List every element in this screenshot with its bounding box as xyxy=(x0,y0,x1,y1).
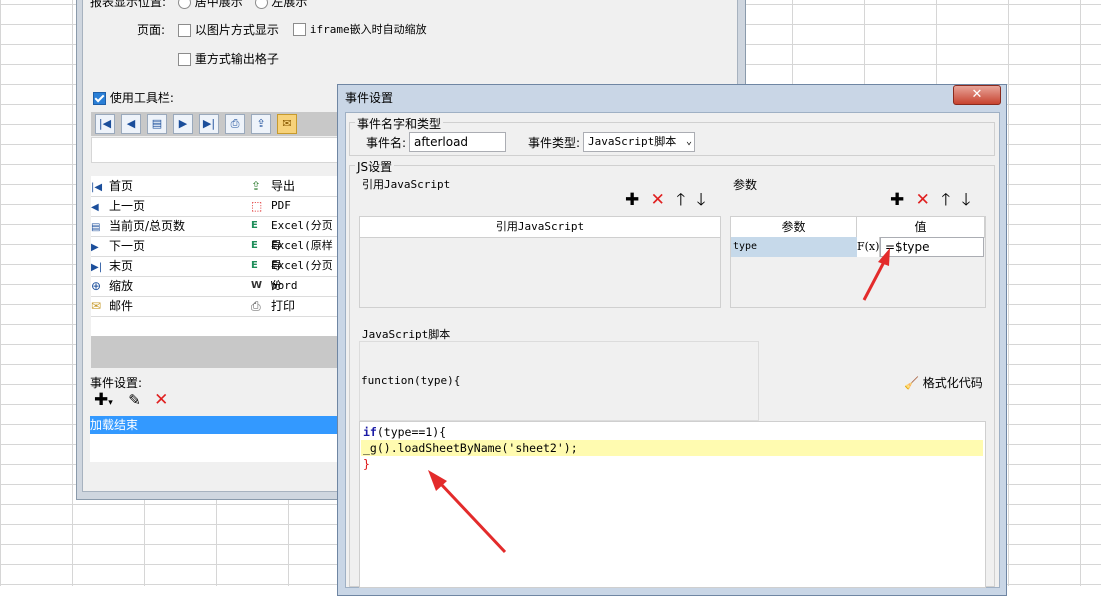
annotation-arrows xyxy=(428,248,890,554)
arrow-to-code-shaft xyxy=(438,481,507,554)
arrow-to-param-head xyxy=(878,248,890,266)
arrow-to-param-shaft xyxy=(862,259,887,301)
